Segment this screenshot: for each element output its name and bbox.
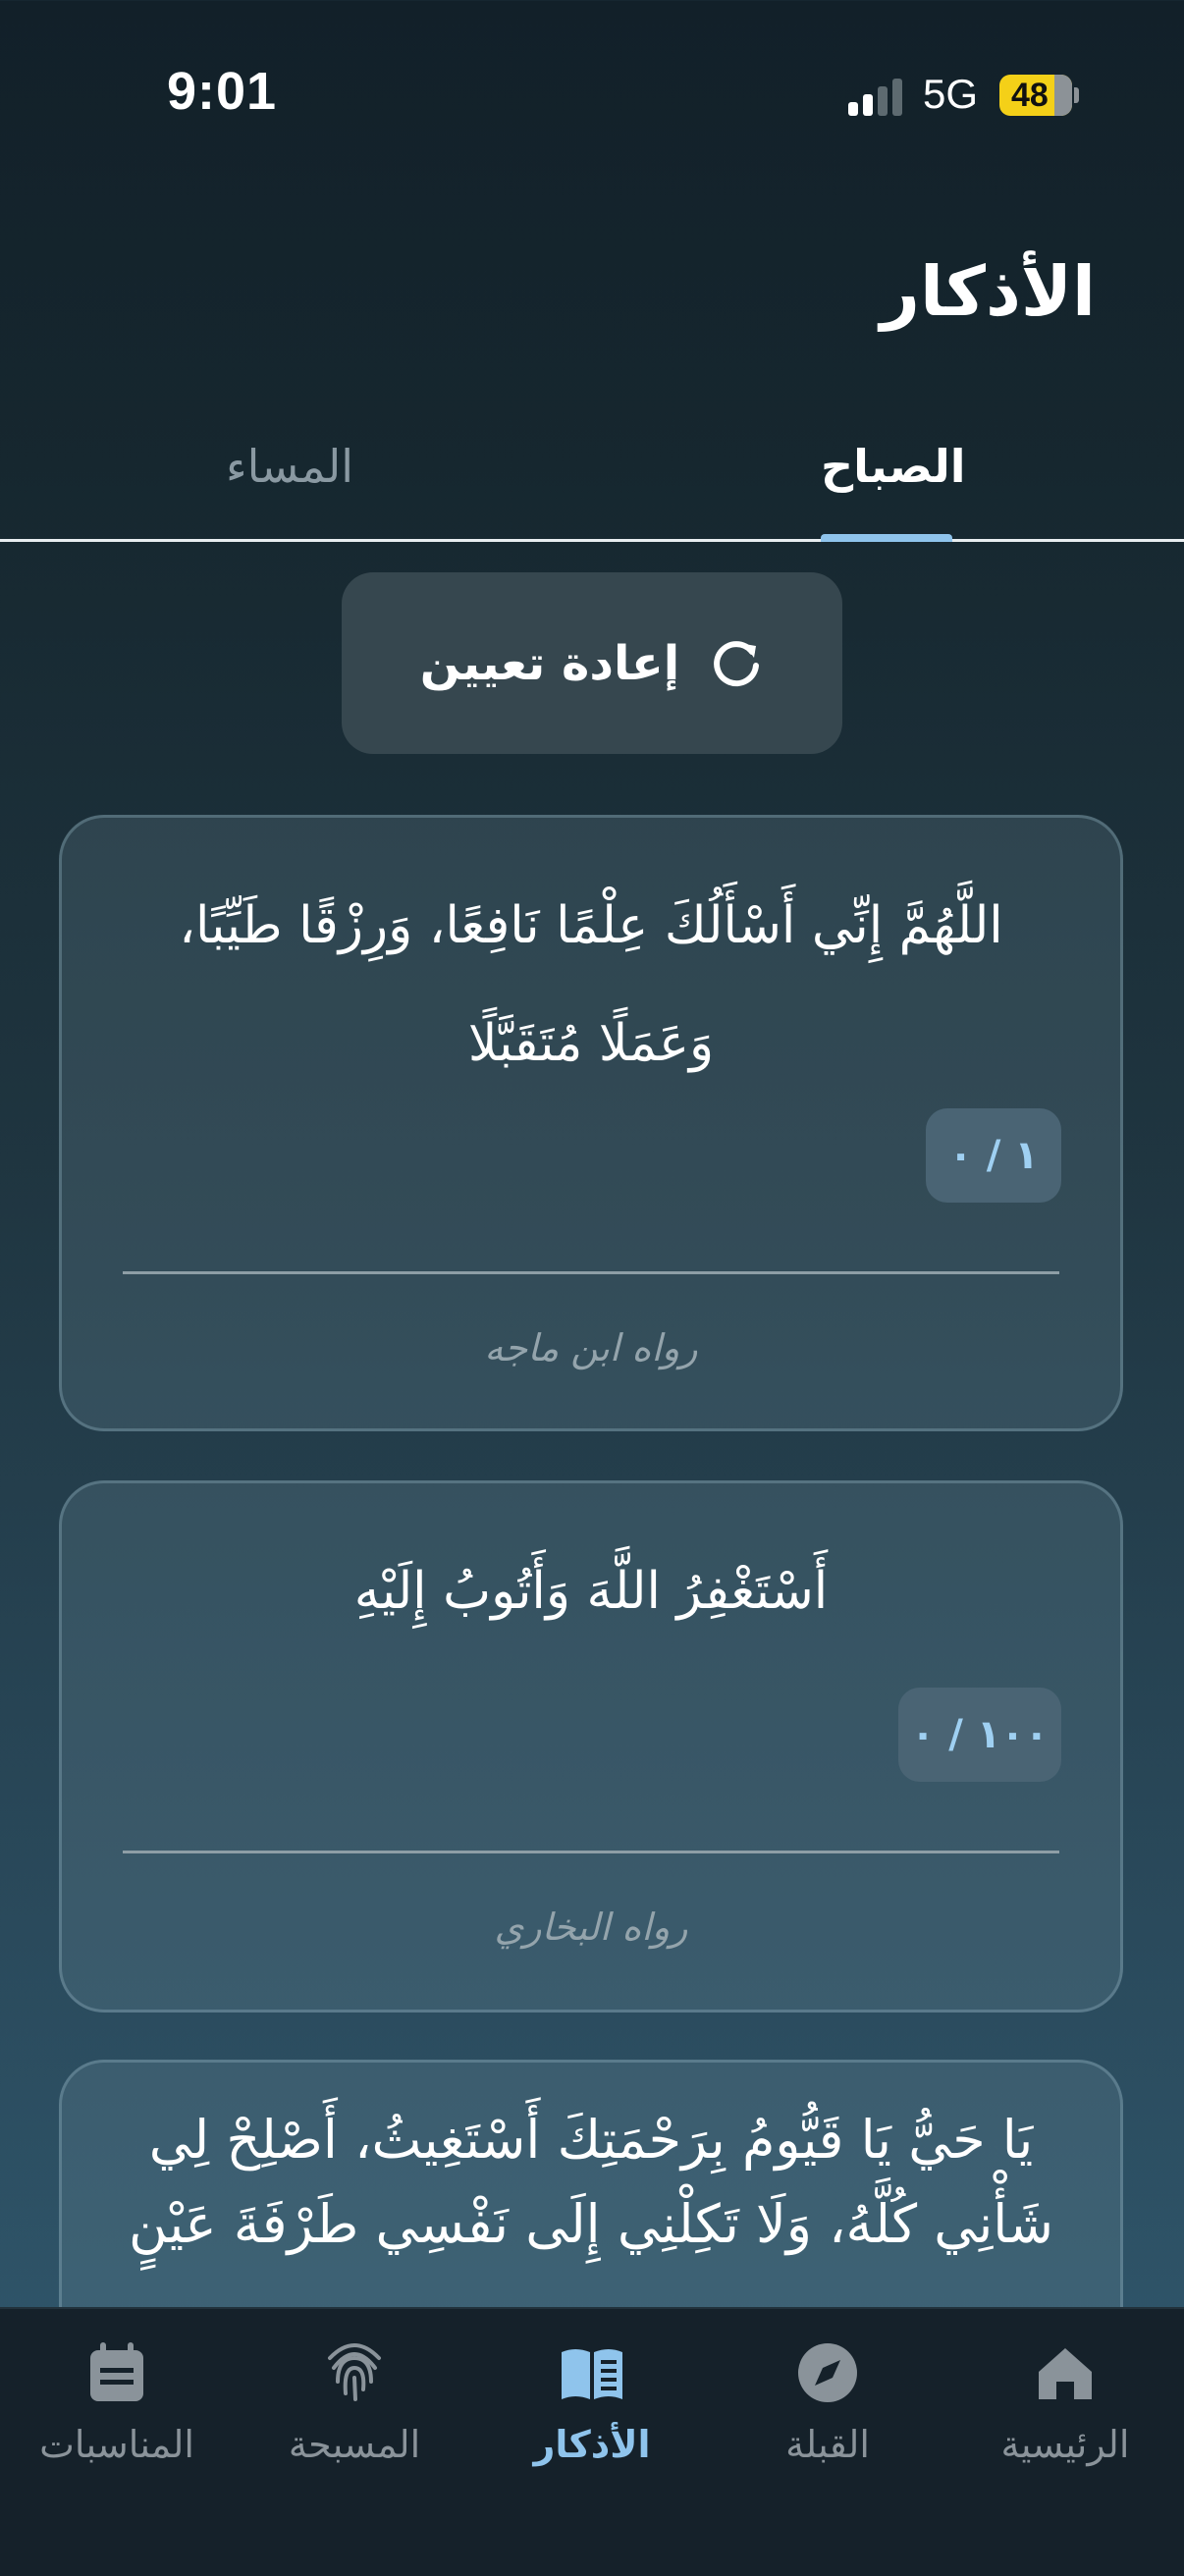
dhikr-source: رواه ابن ماجه bbox=[484, 1326, 698, 1369]
battery-tip bbox=[1074, 87, 1079, 103]
dhikr-text: يَا حَيُّ يَا قَيُّومُ بِرَحْمَتِكَ أَسْ… bbox=[129, 2109, 1053, 2255]
fingerprint-icon bbox=[328, 2343, 381, 2401]
nav-label: الرئيسية bbox=[1000, 2423, 1130, 2466]
tab-bar: الصباح المساء bbox=[0, 412, 1184, 542]
dhikr-text: أَسْتَغْفِرُ اللَّهَ وَأَتُوبُ إِلَيْهِ bbox=[353, 1562, 829, 1621]
cellular-signal-icon bbox=[848, 79, 905, 116]
battery-icon: 48 bbox=[999, 75, 1072, 116]
active-tab-indicator bbox=[821, 534, 952, 542]
dhikr-card: اللَّهُمَّ إِنِّي أَسْأَلُكَ عِلْمًا نَا… bbox=[59, 815, 1123, 1431]
dhikr-text: اللَّهُمَّ إِنِّي أَسْأَلُكَ عِلْمًا نَا… bbox=[179, 896, 1003, 1073]
dhikr-counter[interactable]: ١ / ٠ bbox=[926, 1108, 1061, 1203]
network-type: 5G bbox=[923, 71, 979, 117]
refresh-icon bbox=[714, 640, 760, 686]
nav-label: المناسبات bbox=[39, 2423, 194, 2466]
nav-label: القبلة bbox=[785, 2423, 870, 2466]
nav-item-tasbih[interactable]: المسبحة bbox=[246, 2338, 462, 2466]
page-title: الأذكار bbox=[880, 251, 1096, 332]
battery-level: 48 bbox=[1011, 77, 1049, 114]
status-time: 9:01 bbox=[167, 62, 278, 121]
nav-label: الأذكار bbox=[533, 2423, 651, 2466]
nav-item-adhkar[interactable]: الأذكار bbox=[484, 2338, 700, 2466]
calendar-icon bbox=[90, 2342, 143, 2401]
card-divider bbox=[123, 1851, 1059, 1853]
nav-item-occasions[interactable]: المناسبات bbox=[9, 2338, 225, 2466]
bottom-navigation: الرئيسية القبلة الأذكار المسبحة المناسبا… bbox=[0, 2307, 1184, 2576]
nav-item-qibla[interactable]: القبلة bbox=[720, 2338, 936, 2466]
nav-label: المسبحة bbox=[288, 2423, 421, 2466]
card-divider bbox=[123, 1271, 1059, 1274]
nav-item-home[interactable]: الرئيسية bbox=[957, 2338, 1173, 2466]
dhikr-source: رواه البخاري bbox=[494, 1905, 688, 1949]
tab-evening[interactable]: المساء bbox=[226, 440, 353, 493]
reset-button[interactable]: إعادة تعيين bbox=[342, 572, 842, 754]
compass-icon bbox=[798, 2343, 857, 2402]
tab-morning[interactable]: الصباح bbox=[821, 440, 966, 493]
home-icon bbox=[1039, 2348, 1092, 2399]
status-bar: 9:01 5G 48 bbox=[0, 0, 1184, 147]
dhikr-card: أَسْتَغْفِرُ اللَّهَ وَأَتُوبُ إِلَيْهِ … bbox=[59, 1480, 1123, 2012]
book-icon bbox=[562, 2349, 622, 2399]
reset-button-label: إعادة تعيين bbox=[419, 635, 680, 691]
dhikr-counter[interactable]: ١٠٠ / ٠ bbox=[898, 1688, 1061, 1782]
